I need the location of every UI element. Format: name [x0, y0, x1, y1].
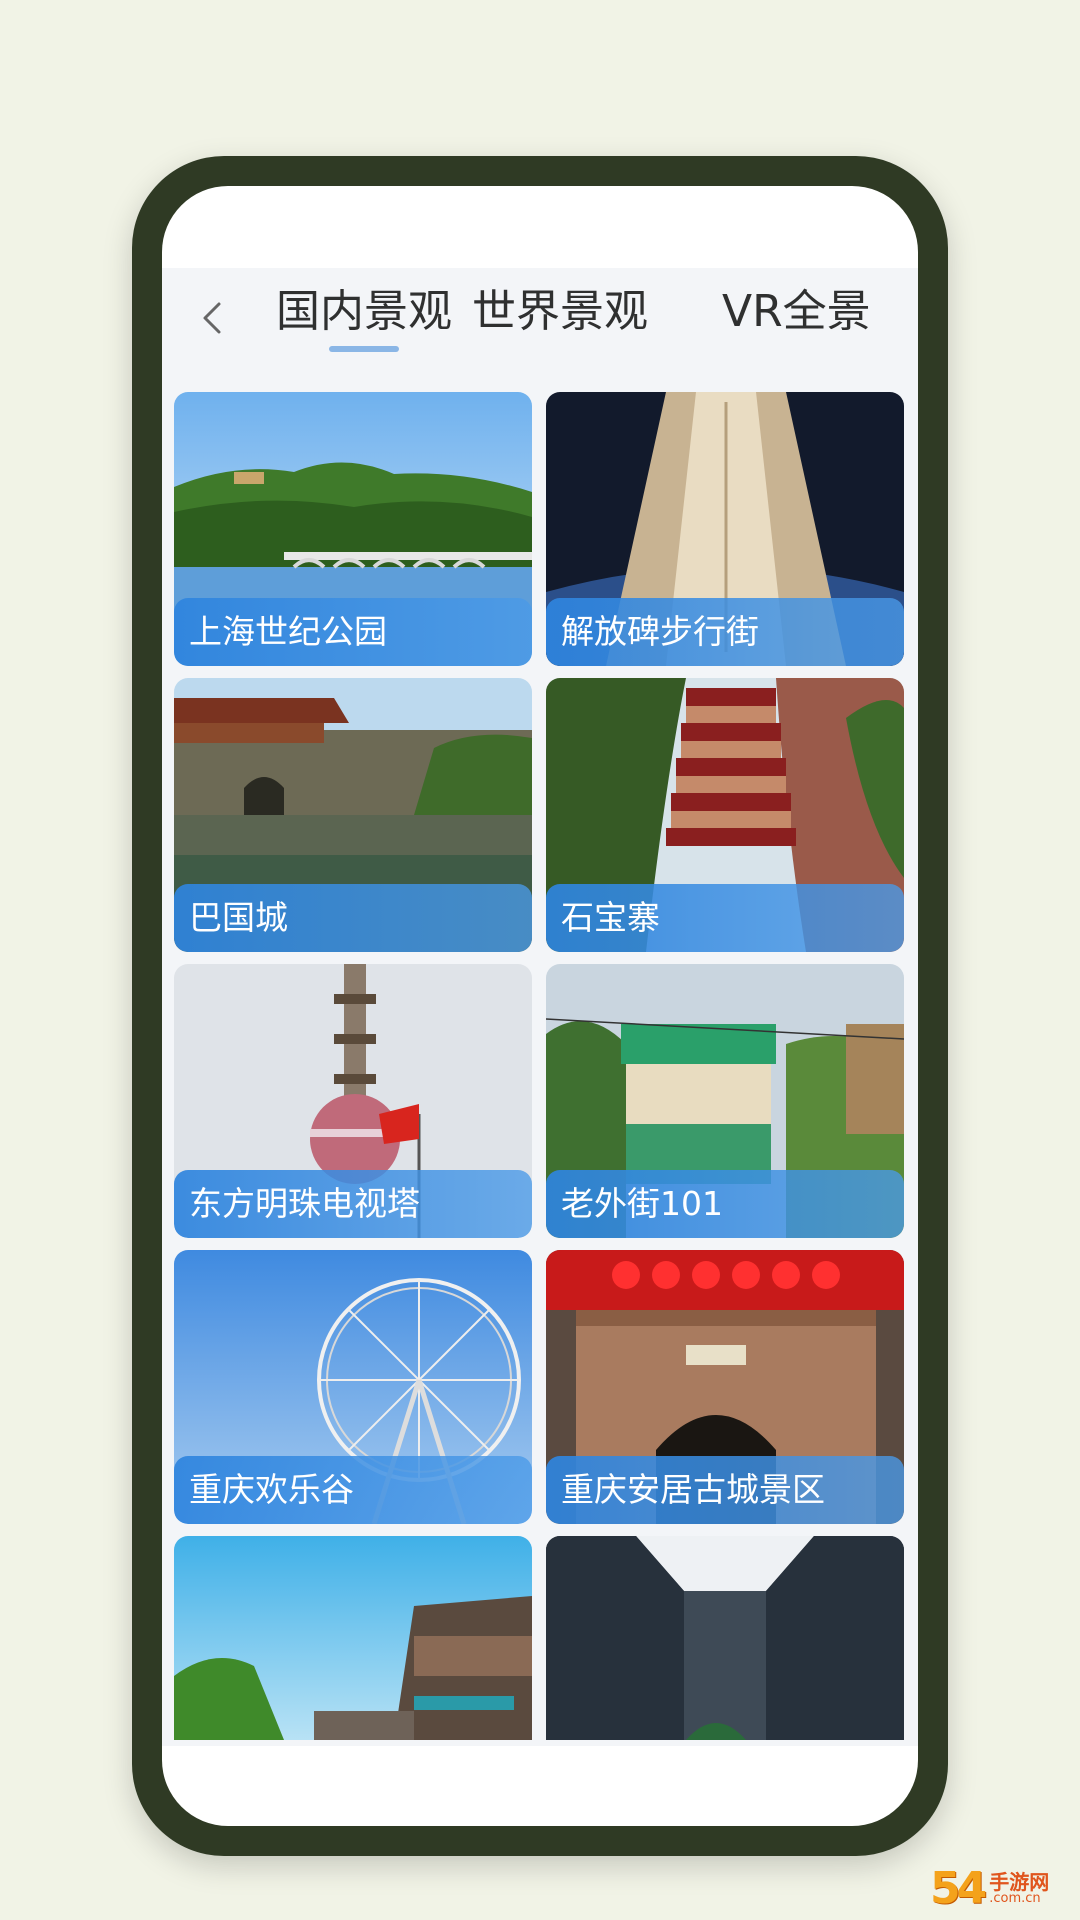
card-title: 石宝寨	[546, 884, 904, 952]
scenery-card[interactable]	[546, 1536, 904, 1740]
tab-vr[interactable]: VR全景	[722, 282, 871, 342]
top-nav: 国内景观 世界景观 VR全景	[162, 268, 918, 378]
scenery-card[interactable]: 重庆欢乐谷	[174, 1250, 532, 1524]
water-town-photo	[174, 1536, 532, 1740]
scenery-card[interactable]: 解放碑步行街	[546, 392, 904, 666]
site-watermark: 54 手游网 .com.cn	[930, 1860, 1078, 1916]
card-title: 巴国城	[174, 884, 532, 952]
scenery-card[interactable]: 上海世纪公园	[174, 392, 532, 666]
card-title: 重庆欢乐谷	[174, 1456, 532, 1524]
scenery-card[interactable]: 石宝寨	[546, 678, 904, 952]
active-tab-indicator	[329, 346, 399, 352]
watermark-text: 手游网	[989, 1869, 1050, 1894]
card-title: 上海世纪公园	[174, 598, 532, 666]
card-title: 解放碑步行街	[546, 598, 904, 666]
scenery-card[interactable]	[174, 1536, 532, 1740]
watermark-domain: .com.cn	[989, 1890, 1041, 1906]
card-title: 老外街101	[546, 1170, 904, 1238]
app-content: 国内景观 世界景观 VR全景 上海世纪公园 解放碑步行街 巴国城 石宝寨 东方明…	[162, 268, 918, 1746]
courtyard-photo	[546, 1536, 904, 1740]
tab-world[interactable]: 世界景观	[472, 282, 648, 342]
scenery-card[interactable]: 巴国城	[174, 678, 532, 952]
watermark-number: 54	[930, 1862, 987, 1914]
back-button[interactable]	[192, 298, 232, 338]
scenery-card[interactable]: 老外街101	[546, 964, 904, 1238]
scenery-card[interactable]: 东方明珠电视塔	[174, 964, 532, 1238]
card-title: 东方明珠电视塔	[174, 1170, 532, 1238]
chevron-left-icon	[203, 302, 221, 334]
tab-domestic[interactable]: 国内景观	[276, 282, 452, 342]
card-title: 重庆安居古城景区	[546, 1456, 904, 1524]
scenery-card[interactable]: 重庆安居古城景区	[546, 1250, 904, 1524]
phone-screen: 国内景观 世界景观 VR全景 上海世纪公园 解放碑步行街 巴国城 石宝寨 东方明…	[162, 186, 918, 1826]
